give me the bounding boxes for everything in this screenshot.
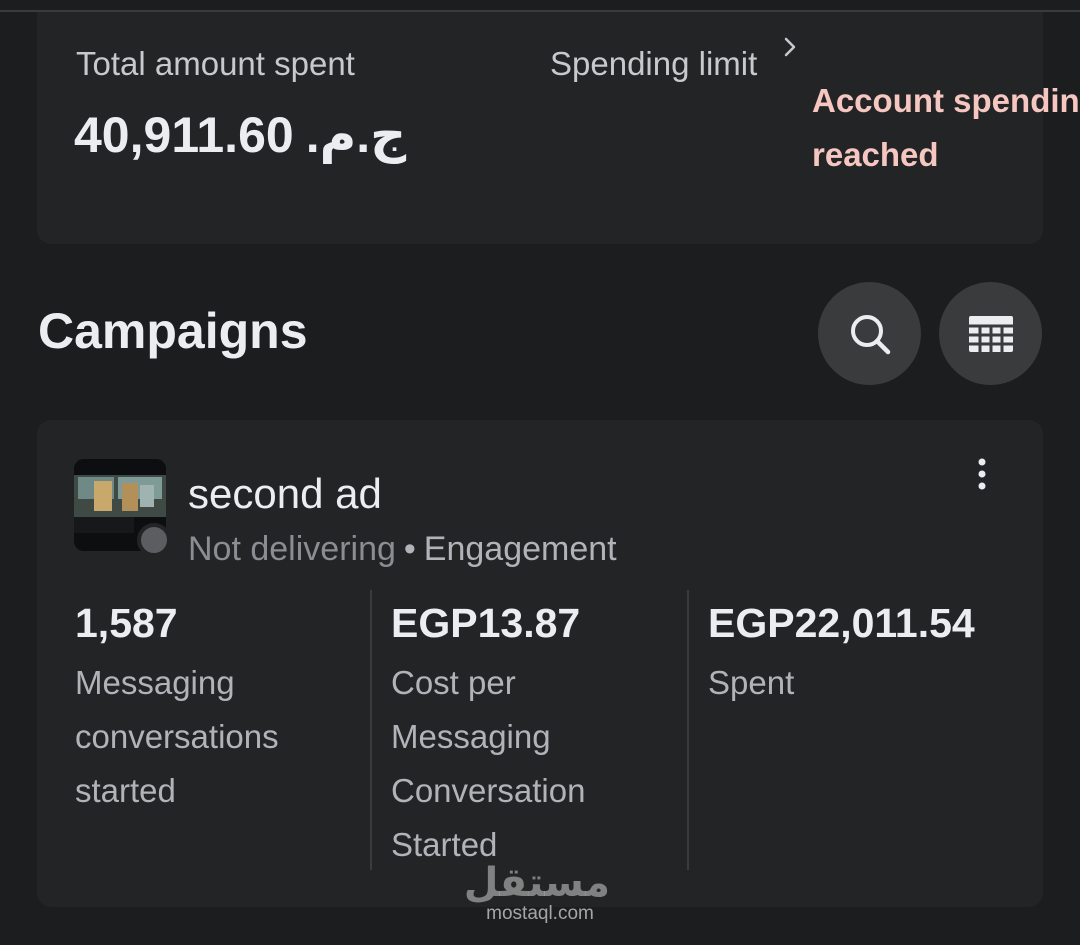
top-border [0,0,1080,12]
metric-conversations: 1,587 Messaging conversations started [75,600,355,818]
metric-label: Cost per Messaging Conversation Started [391,664,586,863]
delivery-status: Not delivering [188,530,396,568]
total-spent-label: Total amount spent [76,45,355,82]
watermark-arabic: مستقل [463,861,610,905]
campaign-objective: Engagement [423,530,617,568]
table-icon [968,315,1013,352]
metric-label: Messaging conversations started [75,664,279,809]
watermark-latin: mostaql.com [486,903,594,924]
metric-label: Spent [708,664,795,701]
metric-spent: EGP22,011.54 Spent [708,600,1028,710]
chevron-right-icon[interactable] [780,36,800,58]
spending-limit-warning-line1: Account spending limit [812,82,1080,119]
campaign-status: Not delivering • Engagement [188,530,617,569]
campaigns-title: Campaigns [38,303,308,359]
delivery-status-dot [137,523,171,557]
more-options-button[interactable] [962,452,1002,496]
campaign-name[interactable]: second ad [188,470,382,518]
total-spent-currency: ج.م. [305,107,407,163]
metric-value: EGP13.87 [391,600,581,646]
total-spent-amount: 40,911.60 [74,107,294,163]
search-icon [850,314,890,354]
search-button[interactable] [818,282,921,385]
watermark: مستقل mostaql.com [463,861,610,928]
metric-divider [370,590,372,870]
metric-cost-per-conversation: EGP13.87 Cost per Messaging Conversation… [391,600,671,872]
spending-limit-label[interactable]: Spending limit [550,45,757,83]
more-vertical-icon [978,458,986,490]
ads-manager-screen: Total amount spent 40,911.60 ج.م. Spendin… [0,0,1080,945]
metric-value: 1,587 [75,600,178,646]
total-spent-value: 40,911.60 ج.م. [74,106,406,164]
spending-limit-warning-line2: reached [812,136,939,173]
spending-limit-warning: Account spending limit reached [812,74,1080,184]
metric-divider [687,590,689,870]
table-view-button[interactable] [939,282,1042,385]
status-separator: • [403,530,416,568]
metric-value: EGP22,011.54 [708,600,975,646]
